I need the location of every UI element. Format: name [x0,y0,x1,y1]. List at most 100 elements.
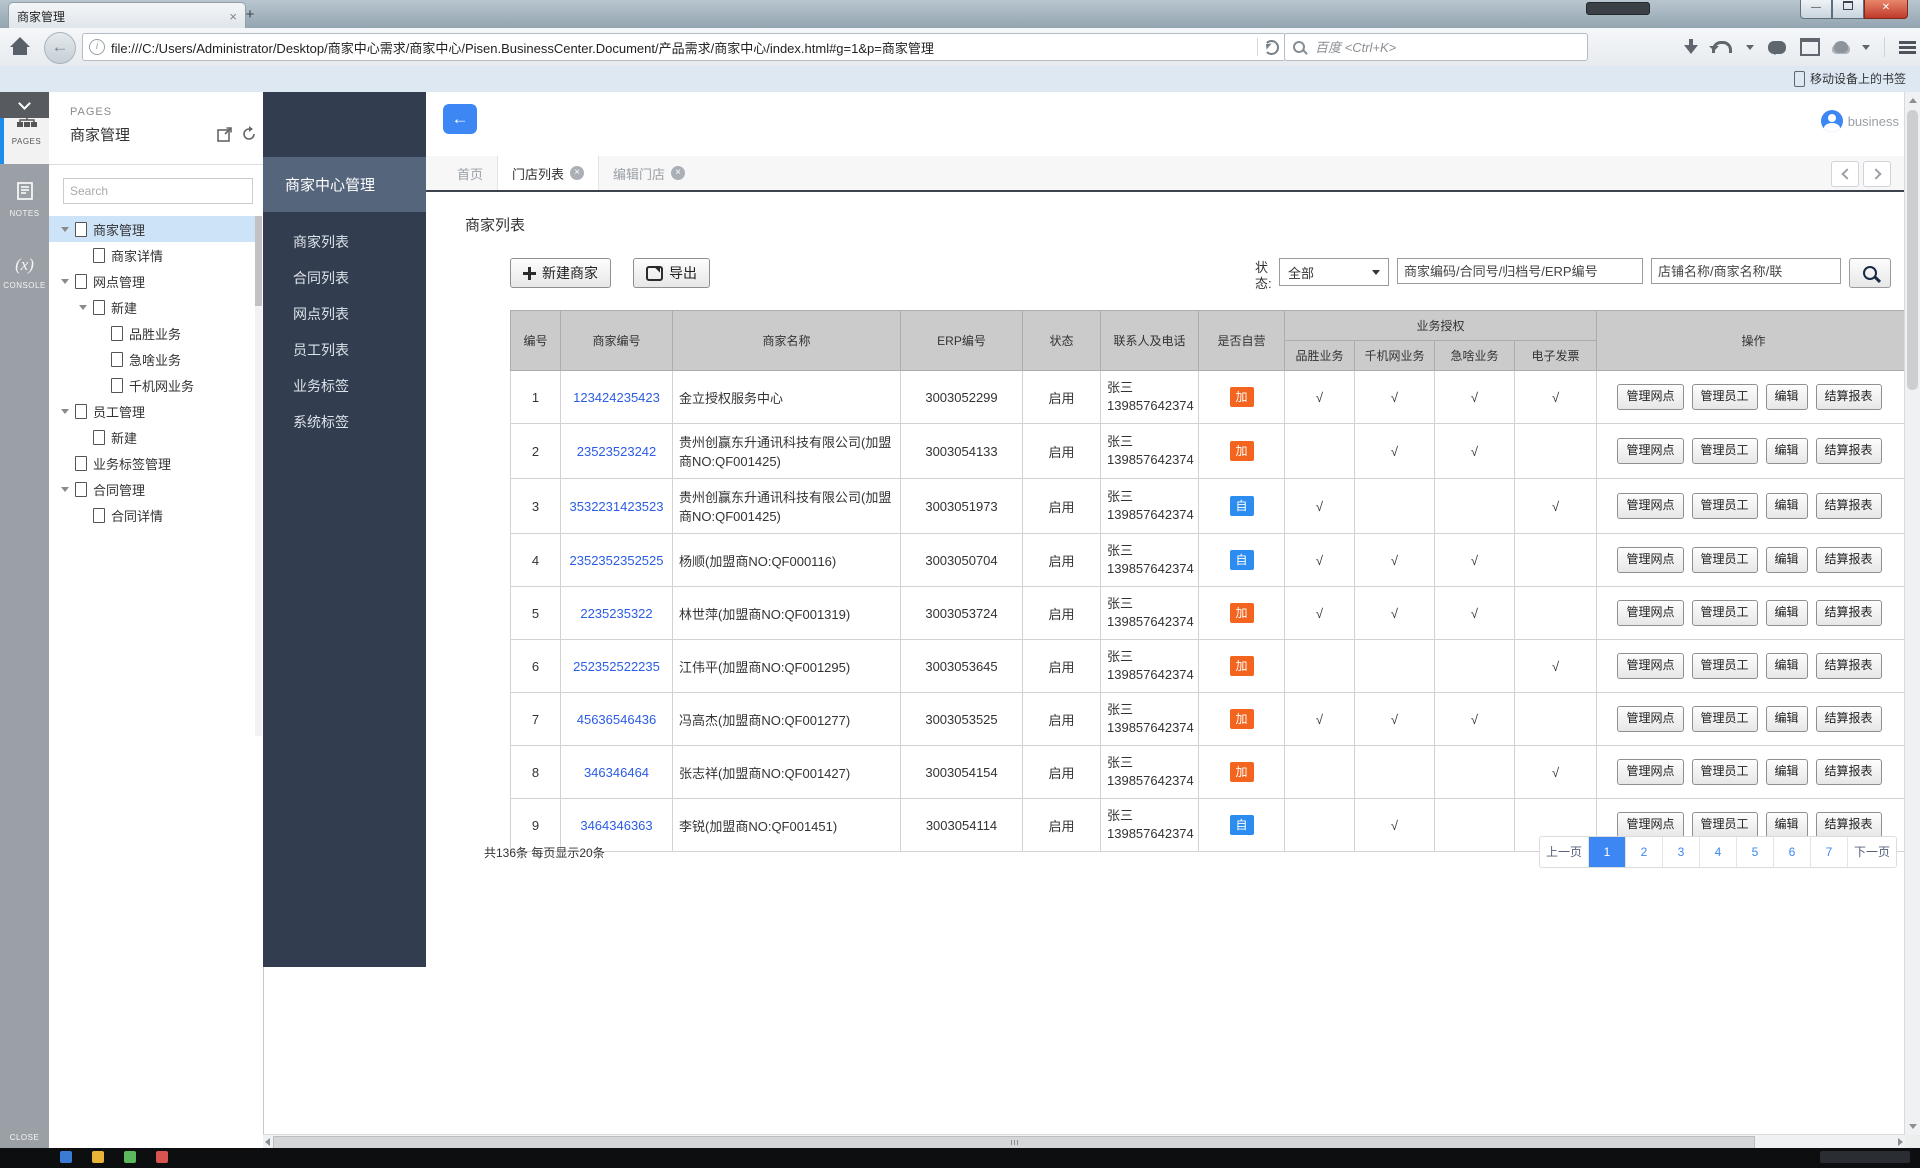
content-tab[interactable]: 编辑门店× [599,156,699,190]
pagination-page[interactable]: 2 [1626,837,1663,867]
tab-close-icon[interactable]: × [671,166,685,180]
operation-button[interactable]: 编辑 [1766,547,1808,573]
operation-button[interactable]: 结算报表 [1816,653,1882,679]
sidebar-item[interactable]: 员工列表 [263,332,426,368]
tree-item[interactable]: 千机网业务 [49,372,255,398]
operation-button[interactable]: 编辑 [1766,759,1808,785]
merchant-code-link[interactable]: 123424235423 [573,390,660,405]
operation-button[interactable]: 管理员工 [1692,493,1758,519]
tree-item[interactable]: 商家管理 [49,216,255,242]
operation-button[interactable]: 编辑 [1766,493,1808,519]
pagination-page[interactable]: 1 [1589,837,1626,867]
operation-button[interactable]: 结算报表 [1816,706,1882,732]
operation-button[interactable]: 管理员工 [1692,384,1758,410]
operation-button[interactable]: 编辑 [1766,600,1808,626]
downloads-icon[interactable] [1684,39,1698,55]
tabs-scroll-left-button[interactable] [1831,161,1859,187]
rail-tab-console[interactable]: (x)CONSOLE [0,236,49,308]
merchant-code-link[interactable]: 346346464 [584,765,649,780]
windows-taskbar[interactable] [0,1148,1920,1168]
url-text[interactable]: file:///C:/Users/Administrator/Desktop/商… [111,38,1251,57]
operation-button[interactable]: 管理网点 [1617,759,1683,785]
expand-arrow-icon[interactable] [61,279,69,284]
tree-item[interactable]: 合同管理 [49,476,255,502]
merchant-code-input[interactable] [1397,258,1643,284]
expand-arrow-icon[interactable] [79,305,87,310]
operation-button[interactable]: 管理员工 [1692,600,1758,626]
merchant-code-link[interactable]: 2352352352525 [570,553,664,568]
scroll-right-icon[interactable] [1898,1138,1903,1146]
browser-search-box[interactable] [1284,33,1588,61]
browser-tab-close-icon[interactable]: × [229,10,237,23]
pages-panel-scrollbar[interactable] [255,216,262,736]
site-info-icon[interactable]: i [89,39,105,55]
pagination-page[interactable]: 4 [1700,837,1737,867]
extension-icon[interactable] [1834,41,1848,53]
tree-item[interactable]: 新建 [49,424,255,450]
operation-button[interactable]: 管理员工 [1692,759,1758,785]
tree-item[interactable]: 商家详情 [49,242,255,268]
operation-button[interactable]: 编辑 [1766,706,1808,732]
collapse-panel-button[interactable] [0,92,49,118]
browser-search-input[interactable] [1313,39,1579,56]
tabs-scroll-right-button[interactable] [1863,161,1891,187]
operation-button[interactable]: 管理员工 [1692,438,1758,464]
operation-button[interactable]: 管理员工 [1692,812,1758,838]
pagination-page[interactable]: 7 [1811,837,1848,867]
browser-tab[interactable]: 商家管理 × [8,2,246,29]
tree-item[interactable]: 急啥业务 [49,346,255,372]
reload-icon[interactable] [1264,40,1279,55]
operation-button[interactable]: 管理网点 [1617,547,1683,573]
operation-button[interactable]: 结算报表 [1816,493,1882,519]
operation-button[interactable]: 结算报表 [1816,812,1882,838]
content-tab[interactable]: 门店列表× [497,156,599,190]
scrollbar-thumb[interactable] [1907,110,1918,390]
content-tab[interactable]: 首页 [443,156,497,190]
operation-button[interactable]: 管理员工 [1692,706,1758,732]
sidebar-item[interactable]: 业务标签 [263,368,426,404]
sidebar-item[interactable]: 合同列表 [263,260,426,296]
pagination-page[interactable]: 6 [1774,837,1811,867]
rail-tab-notes[interactable]: NOTES [0,164,49,236]
mobile-bookmarks[interactable]: 移动设备上的书签 [1794,70,1906,87]
chat-icon[interactable] [1768,41,1786,54]
pagination-prev[interactable]: 上一页 [1540,837,1589,867]
pagination-next[interactable]: 下一页 [1848,837,1896,867]
operation-button[interactable]: 管理员工 [1692,547,1758,573]
scroll-down-icon[interactable] [1909,1124,1917,1129]
operation-button[interactable]: 管理网点 [1617,812,1683,838]
refresh-icon[interactable] [241,126,257,142]
merchant-code-link[interactable]: 252352522235 [573,659,660,674]
url-bar[interactable]: i file:///C:/Users/Administrator/Desktop… [82,33,1286,61]
tree-item[interactable]: 新建 [49,294,255,320]
export-button[interactable]: 导出 [633,258,710,288]
tab-close-icon[interactable]: × [570,166,584,180]
status-select[interactable]: 全部 [1279,258,1389,286]
player-close-button[interactable]: CLOSE [0,1133,49,1142]
scroll-up-icon[interactable] [1909,98,1917,103]
operation-button[interactable]: 结算报表 [1816,600,1882,626]
tree-item[interactable]: 网点管理 [49,268,255,294]
home-icon[interactable] [10,37,30,57]
horizontal-scrollbar[interactable] [263,1134,1905,1148]
operation-button[interactable]: 结算报表 [1816,438,1882,464]
close-button[interactable]: ✕ [1864,0,1908,19]
tree-item[interactable]: 业务标签管理 [49,450,255,476]
operation-button[interactable]: 管理网点 [1617,600,1683,626]
new-merchant-button[interactable]: 新建商家 [510,258,611,288]
minimize-button[interactable]: — [1800,0,1832,19]
operation-button[interactable]: 结算报表 [1816,759,1882,785]
operation-button[interactable]: 结算报表 [1816,547,1882,573]
pages-search-input[interactable] [63,178,253,204]
menu-hamburger-icon[interactable] [1899,41,1916,54]
tree-item[interactable]: 品胜业务 [49,320,255,346]
sidebar-item[interactable]: 系统标签 [263,404,426,440]
expand-arrow-icon[interactable] [61,487,69,492]
taskbar-app-icon[interactable] [124,1151,136,1163]
search-button[interactable] [1849,258,1891,288]
merchant-code-link[interactable]: 2235235322 [580,606,652,621]
scrollbar-thumb[interactable] [255,216,262,306]
taskbar-app-icon[interactable] [156,1151,168,1163]
merchant-code-link[interactable]: 3532231423523 [570,499,664,514]
extension-dropdown-icon[interactable] [1862,45,1870,50]
